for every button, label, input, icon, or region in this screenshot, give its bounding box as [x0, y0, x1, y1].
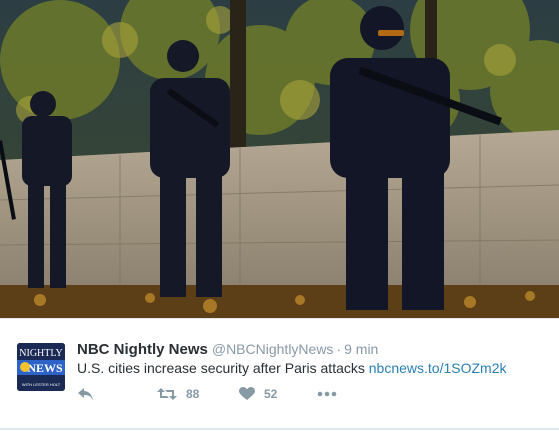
avatar-line2: NEWS	[27, 361, 63, 375]
tweet-header: NBC Nightly News @NBCNightlyNews · 9 min	[77, 341, 378, 358]
like-count: 52	[264, 387, 278, 401]
more-icon	[317, 391, 337, 397]
tweet-body: U.S. cities increase security after Pari…	[77, 360, 365, 376]
retweet-count: 88	[186, 387, 200, 401]
tweet-link[interactable]: nbcnews.to/1SOZm2k	[369, 360, 507, 376]
avatar[interactable]: NIGHTLY NEWS WITH LESTER HOLT	[17, 343, 65, 391]
like-button[interactable]: 52	[239, 387, 277, 401]
separator: ·	[336, 341, 342, 357]
author-handle[interactable]: @NBCNightlyNews	[212, 341, 334, 357]
tweet-card[interactable]: NIGHTLY NEWS WITH LESTER HOLT NBC Nightl…	[0, 318, 559, 431]
more-button[interactable]	[317, 391, 337, 397]
avatar-line1: NIGHTLY	[19, 348, 62, 359]
reply-button[interactable]	[77, 387, 95, 401]
tweet-time[interactable]: 9 min	[344, 341, 378, 357]
retweet-icon	[157, 388, 177, 400]
tweet-text: U.S. cities increase security after Pari…	[77, 360, 507, 376]
author-name[interactable]: NBC Nightly News	[77, 341, 208, 358]
heart-icon	[239, 387, 255, 400]
tweet-photo[interactable]	[0, 0, 559, 318]
avatar-line3: WITH LESTER HOLT	[22, 382, 61, 387]
photo-icon	[0, 0, 559, 318]
peacock-icon	[20, 362, 30, 372]
retweet-button[interactable]: 88	[157, 387, 199, 401]
reply-icon	[78, 388, 93, 400]
